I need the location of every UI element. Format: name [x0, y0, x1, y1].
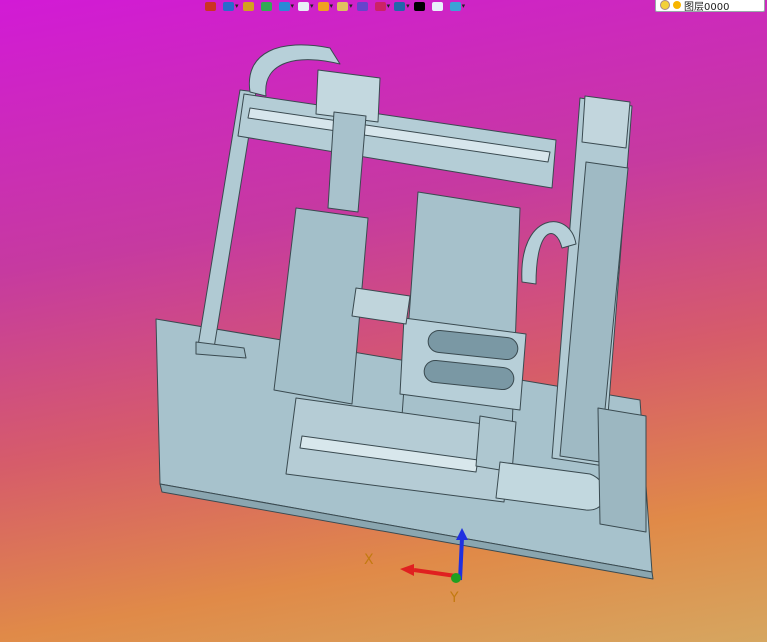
motor — [581, 95, 631, 149]
chevron-down-icon: ▾ — [235, 2, 239, 10]
view-orient-icon — [223, 1, 234, 11]
layer-dropdown[interactable]: 图层0000 — [655, 0, 765, 13]
render-icon — [374, 1, 386, 11]
history-button[interactable] — [205, 0, 219, 12]
3d-viewport[interactable]: X Y — [0, 12, 767, 642]
cube-white-icon — [298, 1, 310, 11]
y-axis-label: Y — [449, 590, 459, 606]
chevron-down-icon: ▾ — [349, 2, 353, 10]
chevron-down-icon: ▾ — [329, 2, 334, 10]
chevron-down-icon: ▾ — [310, 2, 314, 10]
x-axis-line — [413, 568, 457, 578]
x-axis-arrow — [400, 564, 414, 576]
history-icon — [205, 1, 216, 11]
display-mode-button[interactable]: ▾ — [337, 0, 353, 12]
layers-button[interactable] — [260, 0, 275, 12]
display-mode-icon — [337, 1, 349, 11]
cube-blue-icon — [278, 1, 290, 11]
cube-white-button[interactable]: ▾ — [298, 0, 314, 12]
z-axis-line — [458, 537, 464, 581]
chevron-down-icon: ▾ — [290, 2, 295, 10]
monitor-button[interactable]: ▾ — [394, 0, 410, 12]
layers-stack-button[interactable]: ▾ — [449, 0, 466, 12]
layers-icon — [260, 1, 272, 11]
chevron-down-icon: ▾ — [461, 2, 466, 10]
scene-icon — [317, 1, 329, 11]
color-black-button[interactable] — [413, 0, 428, 12]
bulb-icon — [660, 0, 670, 10]
cube-blue-button[interactable]: ▾ — [278, 0, 295, 12]
monitor-icon — [394, 1, 406, 11]
section-button[interactable] — [356, 0, 371, 12]
color-white-button[interactable] — [431, 0, 446, 12]
scene-button[interactable]: ▾ — [317, 0, 334, 12]
origin-point — [451, 573, 461, 583]
sun-icon — [673, 1, 681, 9]
top-gantry-beam — [237, 93, 557, 189]
pencil-icon — [242, 1, 254, 11]
color-black-icon — [413, 1, 425, 11]
left-slide — [351, 287, 411, 325]
cad-assembly-model — [155, 44, 654, 580]
z-slide — [327, 111, 367, 213]
layers-stack-icon — [449, 1, 461, 11]
pencil-button[interactable] — [242, 0, 257, 12]
chevron-down-icon: ▾ — [406, 2, 410, 10]
color-white-icon — [431, 1, 443, 11]
chevron-down-icon: ▾ — [386, 2, 391, 10]
view-orient-button[interactable]: ▾ — [223, 0, 239, 12]
render-button[interactable]: ▾ — [374, 0, 391, 12]
layer-name: 图层0000 — [684, 1, 730, 13]
x-axis-label: X — [364, 552, 374, 568]
right-base-block — [597, 407, 647, 533]
section-icon — [356, 1, 368, 11]
